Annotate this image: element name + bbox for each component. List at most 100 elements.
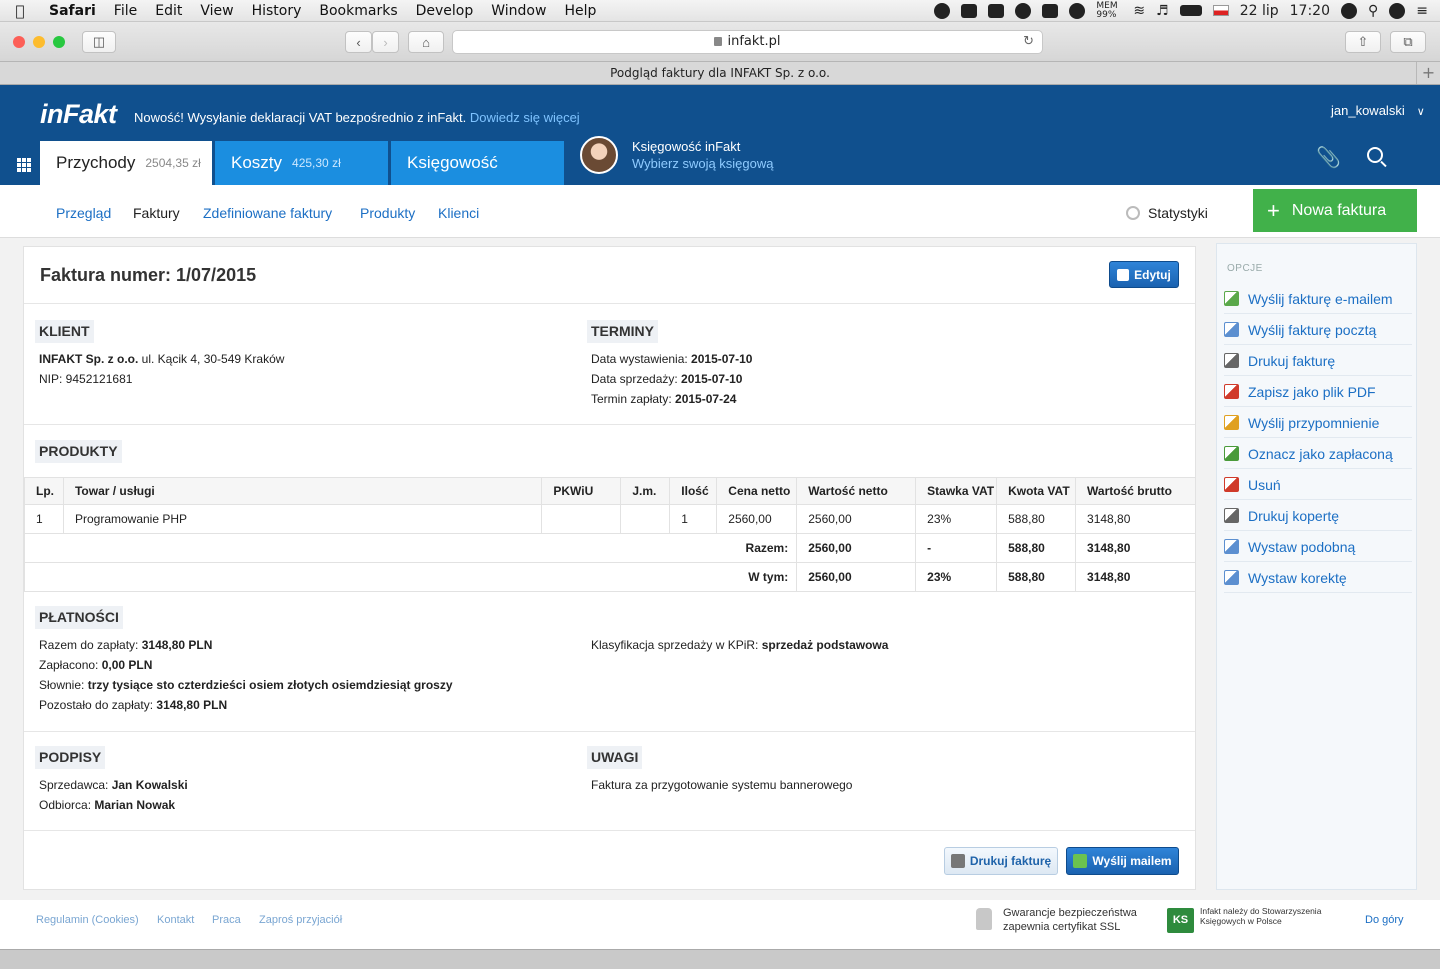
seller-line: Sprzedawca: Jan Kowalski <box>39 778 188 792</box>
post-icon <box>1224 322 1239 337</box>
footer-contact-link[interactable]: Kontakt <box>157 914 194 926</box>
choose-accountant-link[interactable]: Wybierz swoją księgową <box>632 156 774 171</box>
back-icon[interactable]: ‹ <box>345 31 372 53</box>
menubar-time[interactable]: 17:20 <box>1290 3 1330 19</box>
tab-bar: Podgląd faktury dla INFAKT Sp. z o.o. + <box>0 62 1440 85</box>
status-area: MEM 99% ≋ ♬ 22 lip 17:20 ⚲ ≡ <box>934 1 1440 20</box>
statistics-link[interactable]: Statystyki <box>1126 205 1208 221</box>
tab-title[interactable]: Podgląd faktury dla INFAKT Sp. z o.o. <box>610 66 830 80</box>
battery-icon[interactable] <box>1179 5 1202 16</box>
subnav-przeglad[interactable]: Przegląd <box>56 205 111 221</box>
option-issue-similar[interactable]: Wystaw podobną <box>1224 532 1412 562</box>
subnav-zdefiniowane-faktury[interactable]: Zdefiniowane faktury <box>203 205 332 221</box>
option-print[interactable]: Drukuj fakturę <box>1224 346 1412 376</box>
paid-value: 0,00 PLN <box>101 658 153 672</box>
menu-file[interactable]: File <box>105 3 146 19</box>
option-issue-correction[interactable]: Wystaw korektę <box>1224 563 1412 593</box>
cell-net: 2560,00 <box>796 504 917 534</box>
zoom-window-button[interactable] <box>53 36 65 48</box>
print-invoice-button[interactable]: Drukuj fakturę <box>944 847 1058 875</box>
statistics-label: Statystyki <box>1148 205 1208 221</box>
volume-icon[interactable]: ♬ <box>1156 3 1169 19</box>
option-print-envelope[interactable]: Drukuj kopertę <box>1224 501 1412 531</box>
spotlight-icon[interactable]: ⚲ <box>1368 3 1378 19</box>
window-bottom-bar <box>0 949 1440 969</box>
tabs-overview-icon[interactable]: ⧉ <box>1390 31 1426 53</box>
menu-app[interactable]: Safari <box>40 3 105 19</box>
col-price: Cena netto <box>716 477 798 505</box>
subnav-klienci[interactable]: Klienci <box>438 205 479 221</box>
products-header: PRODUKTY <box>35 440 122 463</box>
printer-icon <box>950 854 965 868</box>
tab-koszty[interactable]: Koszty 425,30 zł <box>215 141 388 185</box>
menu-view[interactable]: View <box>191 3 242 19</box>
minimize-window-button[interactable] <box>33 36 45 48</box>
app-icon[interactable] <box>988 3 1005 18</box>
option-save-pdf[interactable]: Zapisz jako plik PDF <box>1224 377 1412 407</box>
new-invoice-button[interactable]: + Nowa faktura <box>1253 189 1417 232</box>
news-link[interactable]: Dowiedz się więcej <box>470 110 580 125</box>
options-sidebar: OPCJE Wyślij fakturę e-mailem Wyślij fak… <box>1216 243 1417 890</box>
products-table: Lp. Towar / usługi PKWiU J.m. Ilość Cena… <box>23 477 1196 592</box>
cell-name: Programowanie PHP <box>62 504 543 534</box>
user-icon[interactable] <box>1341 2 1357 19</box>
footer-invite-link[interactable]: Zaproś przyjaciół <box>259 914 342 926</box>
apps-grid-icon[interactable] <box>17 158 31 172</box>
send-mail-button[interactable]: Wyślij mailem <box>1066 847 1179 875</box>
address-bar[interactable]: infakt.pl ↻ <box>452 30 1043 54</box>
menu-window[interactable]: Window <box>482 3 555 19</box>
dropbox-icon[interactable] <box>961 3 978 18</box>
back-to-top-link[interactable]: Do góry <box>1365 914 1404 926</box>
option-send-reminder[interactable]: Wyślij przypomnienie <box>1224 408 1412 438</box>
footer-terms-link[interactable]: Regulamin (Cookies) <box>36 914 139 926</box>
home-icon[interactable]: ⌂ <box>408 31 444 53</box>
mem-icon[interactable] <box>1069 2 1086 19</box>
evernote-icon[interactable] <box>1015 2 1032 19</box>
option-send-email[interactable]: Wyślij fakturę e-mailem <box>1224 284 1412 314</box>
mail-label: Wyślij mailem <box>1092 854 1172 868</box>
option-delete[interactable]: Usuń <box>1224 470 1412 500</box>
infakt-logo[interactable]: inFakt <box>40 99 117 130</box>
accountant-avatar[interactable] <box>580 136 618 174</box>
remaining-line: Pozostało do zapłaty: 3148,80 PLN <box>39 698 227 712</box>
issue-label: Data wystawienia: <box>591 352 692 366</box>
menu-develop[interactable]: Develop <box>407 3 483 19</box>
subnav-faktury[interactable]: Faktury <box>133 205 180 221</box>
tab-label: Księgowość <box>407 153 498 172</box>
tab-amount: 2504,35 zł <box>145 156 201 170</box>
option-mark-paid[interactable]: Oznacz jako zapłaconą <box>1224 439 1412 469</box>
footer-jobs-link[interactable]: Praca <box>212 914 241 926</box>
due-label: Termin zapłaty: <box>591 392 676 406</box>
including-gross: 3148,80 <box>1075 562 1196 592</box>
edit-button[interactable]: Edytuj <box>1109 261 1179 288</box>
camera-icon[interactable] <box>1042 3 1059 18</box>
col-jm: J.m. <box>620 477 671 505</box>
subnav-produkty[interactable]: Produkty <box>360 205 415 221</box>
notification-icon[interactable]: ≡ <box>1416 3 1428 19</box>
menu-edit[interactable]: Edit <box>146 3 191 19</box>
apple-icon[interactable]:  <box>0 2 40 20</box>
menu-bookmarks[interactable]: Bookmarks <box>310 3 406 19</box>
menu-help[interactable]: Help <box>555 3 605 19</box>
search-icon[interactable] <box>1367 147 1383 163</box>
close-window-button[interactable] <box>13 36 25 48</box>
cash-icon <box>1224 446 1239 461</box>
wifi-icon[interactable]: ≋ <box>1133 3 1145 19</box>
flag-icon[interactable] <box>1212 5 1229 16</box>
option-send-post[interactable]: Wyślij fakturę pocztą <box>1224 315 1412 345</box>
paperclip-icon[interactable]: 📎 <box>1316 145 1341 170</box>
siri-icon[interactable] <box>1389 2 1406 19</box>
sidebar-toggle-icon[interactable]: ◫ <box>82 31 116 53</box>
printer-icon <box>1224 353 1239 368</box>
tab-przychody[interactable]: Przychody 2504,35 zł <box>40 141 212 185</box>
share-icon[interactable]: ⇧ <box>1345 31 1381 53</box>
divider <box>24 731 1195 732</box>
tab-ksiegowosc[interactable]: Księgowość <box>391 141 564 185</box>
user-menu[interactable]: jan_kowalski ∨ <box>1331 103 1425 118</box>
new-tab-icon[interactable]: + <box>1416 62 1440 84</box>
status-icon[interactable] <box>934 2 951 19</box>
reload-icon[interactable]: ↻ <box>1023 31 1034 53</box>
total-gross: 3148,80 <box>1075 533 1196 563</box>
forward-icon[interactable]: › <box>372 31 399 53</box>
menu-history[interactable]: History <box>243 3 311 19</box>
